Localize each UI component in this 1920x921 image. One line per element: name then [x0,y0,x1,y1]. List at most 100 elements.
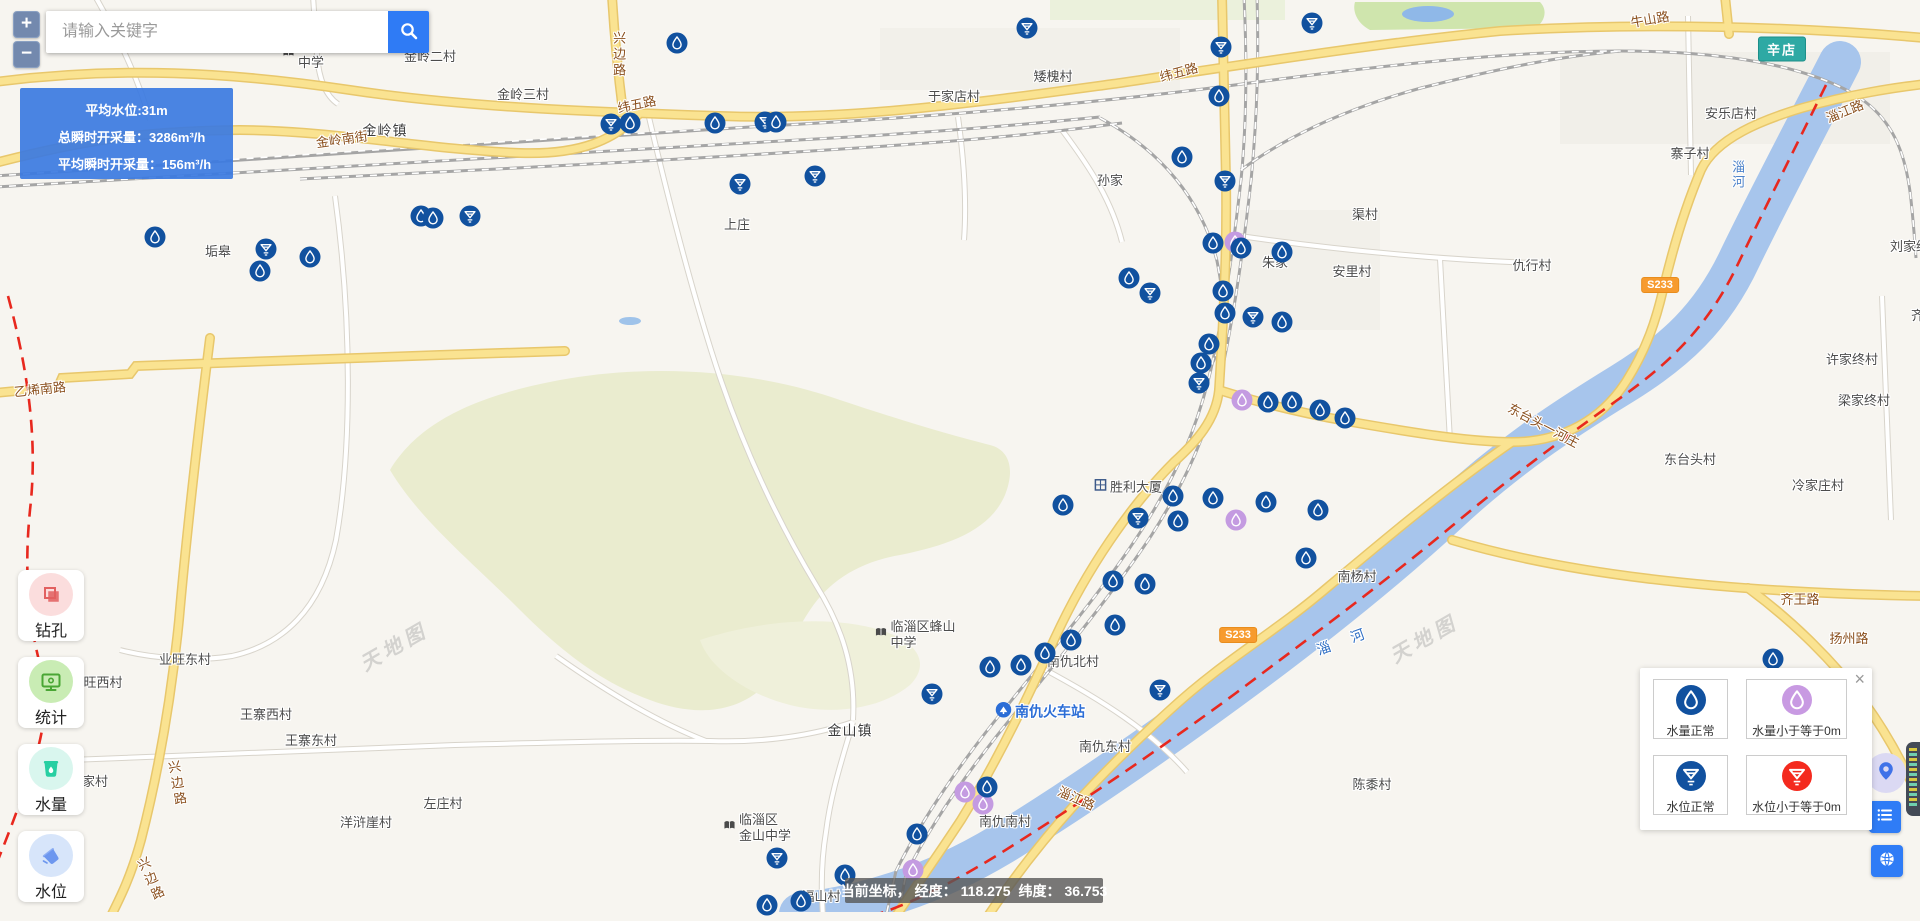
map-marker-water-quantity-normal[interactable] [705,113,726,134]
location-pin-button[interactable] [1866,753,1906,793]
status-lat-label: 纬度： [1019,881,1061,901]
legend-item: 水位正常 [1653,755,1728,815]
map-marker-water-quantity-normal[interactable] [1308,500,1329,521]
sidebar-item-quantity[interactable]: 水量 [18,744,84,815]
map-marker-water-level-normal[interactable] [1243,307,1264,328]
map-marker-water-quantity-normal[interactable] [1105,615,1126,636]
map-marker-water-quantity-normal[interactable] [667,33,688,54]
map-marker-water-quantity-normal[interactable] [1103,571,1124,592]
map-label: 陈黍村 [1352,777,1391,793]
map-canvas[interactable] [0,0,1920,912]
collapsed-panel-handle[interactable] [1906,742,1920,816]
map-marker-water-level-normal[interactable] [730,174,751,195]
coordinate-status-bar: 当前坐标， 经度：118.275 纬度：36.753 [845,878,1103,903]
map-marker-water-quantity-normal[interactable] [1258,392,1279,413]
map-marker-water-quantity-normal[interactable] [1272,242,1293,263]
map-marker-water-quantity-normal[interactable] [1203,488,1224,509]
sidebar-item-stats[interactable]: 统计 [18,657,84,728]
green-area [1050,0,1285,20]
map-marker-water-quantity-normal[interactable] [1213,281,1234,302]
map-marker-water-quantity-normal[interactable] [145,227,166,248]
map-marker-water-quantity-normal[interactable] [977,777,998,798]
map-marker-water-quantity-normal[interactable] [1053,495,1074,516]
map-marker-water-quantity-normal[interactable] [1199,334,1220,355]
map-label: 仇行村 [1512,258,1551,274]
map-label: 业旺东村 [159,652,211,668]
school-icon [723,820,736,836]
stat-total-extraction: 总瞬时开采量：3286m³/h [20,124,233,151]
map-marker-water-quantity-normal[interactable] [1256,492,1277,513]
map-label: 垢皋 [205,244,231,260]
map-marker-water-level-normal[interactable] [1150,680,1171,701]
zoom-in-button[interactable]: + [13,11,40,38]
map-marker-water-level-normal[interactable] [1189,373,1210,394]
layer-list-button[interactable] [1869,801,1901,833]
map-marker-water-quantity-normal[interactable] [620,113,641,134]
map-marker-water-quantity-low[interactable] [1232,390,1253,411]
map-label: 南仇东村 [1079,739,1131,755]
map-marker-water-quantity-normal[interactable] [1061,630,1082,651]
map-marker-water-quantity-normal[interactable] [980,657,1001,678]
map-label: 家村 [82,774,108,790]
map-marker-water-quantity-normal[interactable] [1231,238,1252,259]
map-marker-water-level-normal[interactable] [1017,18,1038,39]
stats-panel: 平均水位:31m 总瞬时开采量：3286m³/h 平均瞬时开采量：156m³/h [20,88,233,179]
map-marker-water-quantity-normal[interactable] [1335,408,1356,429]
map-marker-water-quantity-normal[interactable] [1209,86,1230,107]
basemap-globe-button[interactable] [1871,845,1903,877]
map-marker-water-quantity-normal[interactable] [907,824,928,845]
map-label: 矮槐村 [1033,69,1072,85]
map-marker-water-level-normal[interactable] [922,684,943,705]
map-marker-water-quantity-normal[interactable] [1215,303,1236,324]
river-label: 淄河 [1729,160,1745,190]
map-marker-water-quantity-normal[interactable] [250,261,271,282]
map-marker-water-quantity-normal[interactable] [1035,643,1056,664]
map-marker-water-quantity-normal[interactable] [1203,233,1224,254]
map-marker-water-quantity-normal[interactable] [1282,392,1303,413]
map-label: 于家店村 [928,89,980,105]
map-marker-water-quantity-normal[interactable] [1135,574,1156,595]
map-marker-water-level-normal[interactable] [256,239,277,260]
map-marker-water-level-normal[interactable] [767,848,788,869]
map-marker-water-quantity-normal[interactable] [1310,400,1331,421]
map-label: 刘家终村 [1890,239,1920,255]
map-marker-water-quantity-normal[interactable] [1296,548,1317,569]
map-marker-water-level-normal[interactable] [1215,171,1236,192]
map-marker-water-quantity-normal[interactable] [300,247,321,268]
map-marker-water-quantity-normal[interactable] [766,112,787,133]
map-marker-water-quantity-normal[interactable] [791,891,812,912]
close-icon[interactable]: × [1854,670,1865,688]
map-marker-water-quantity-normal[interactable] [1168,511,1189,532]
map-marker-water-quantity-normal[interactable] [423,208,444,229]
status-lng-value: 118.275 [961,883,1011,899]
status-lng-label: 经度： [915,881,957,901]
map-label: 许家终村 [1826,352,1878,368]
map-marker-water-level-normal[interactable] [1302,13,1323,34]
zoom-out-button[interactable]: − [13,41,40,68]
map-marker-water-quantity-normal[interactable] [1763,649,1784,670]
map-marker-water-level-normal[interactable] [1128,508,1149,529]
map-marker-water-quantity-normal[interactable] [1119,268,1140,289]
map-marker-water-quantity-normal[interactable] [1272,312,1293,333]
sidebar-item-drill[interactable]: 钻孔 [18,570,84,641]
map-label: 安乐店村 [1705,106,1757,122]
map-marker-water-quantity-normal[interactable] [757,895,778,916]
map-label: 金岭三村 [497,87,549,103]
map-marker-water-quantity-normal[interactable] [1011,655,1032,676]
search-button[interactable] [388,11,429,53]
road-label: 兴边路 [610,31,626,79]
map-marker-water-level-normal[interactable] [601,114,622,135]
funnel-icon [1654,761,1727,796]
map-marker-water-level-normal[interactable] [1140,283,1161,304]
map-marker-water-quantity-normal[interactable] [1172,147,1193,168]
map-marker-water-quantity-normal[interactable] [1191,353,1212,374]
map-marker-water-quantity-normal[interactable] [1163,486,1184,507]
train-icon [995,701,1012,723]
map-marker-water-level-normal[interactable] [805,166,826,187]
search-input[interactable] [46,11,388,53]
legend-item: 水位小于等于0m [1746,755,1847,815]
map-marker-water-quantity-low[interactable] [1226,510,1247,531]
map-marker-water-level-normal[interactable] [1211,37,1232,58]
map-marker-water-level-normal[interactable] [460,206,481,227]
sidebar-item-level[interactable]: 水位 [18,831,84,902]
